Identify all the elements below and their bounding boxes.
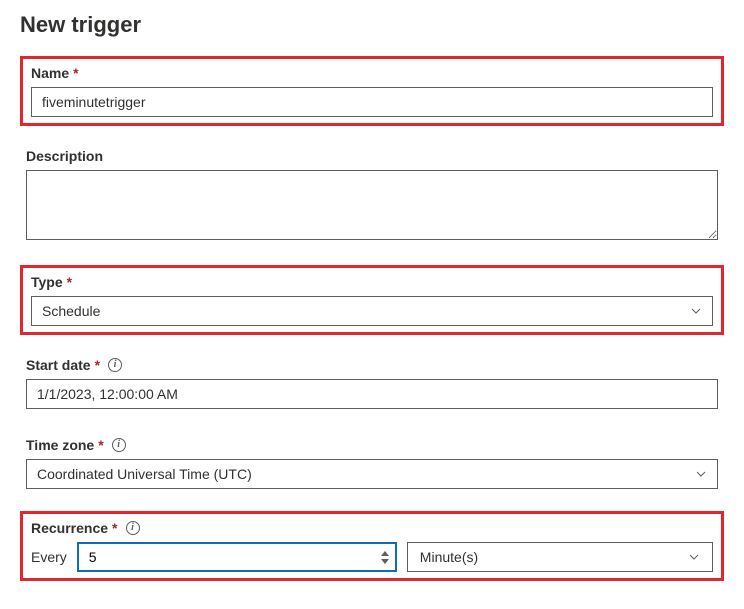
description-field-group: Description (20, 142, 724, 249)
description-label: Description (26, 148, 718, 164)
description-label-text: Description (26, 148, 103, 164)
info-icon[interactable]: i (112, 438, 126, 452)
recurrence-unit-value: Minute(s) (420, 549, 478, 565)
type-field-group: Type * Schedule (20, 265, 724, 335)
start-date-label: Start date * i (26, 357, 718, 373)
required-asterisk: * (112, 520, 117, 536)
required-asterisk: * (67, 274, 72, 290)
info-icon[interactable]: i (108, 358, 122, 372)
spinner-up-icon[interactable] (381, 551, 389, 556)
type-label: Type * (31, 274, 713, 290)
name-label-text: Name (31, 65, 69, 81)
name-field-group: Name * (20, 56, 724, 126)
interval-spinner[interactable] (375, 544, 395, 570)
recurrence-label-text: Recurrence (31, 520, 108, 536)
required-asterisk: * (95, 357, 100, 373)
time-zone-label: Time zone * i (26, 437, 718, 453)
time-zone-select-value: Coordinated Universal Time (UTC) (37, 466, 252, 482)
recurrence-unit-select[interactable]: Minute(s) (407, 542, 713, 572)
time-zone-select[interactable]: Coordinated Universal Time (UTC) (26, 459, 718, 489)
spinner-down-icon[interactable] (381, 559, 389, 564)
time-zone-label-text: Time zone (26, 437, 94, 453)
type-select-value: Schedule (42, 303, 100, 319)
recurrence-row: Every Minute(s) (31, 542, 713, 572)
recurrence-label: Recurrence * i (31, 520, 713, 536)
chevron-down-icon (695, 468, 707, 480)
every-label: Every (31, 549, 67, 565)
recurrence-interval-field[interactable] (77, 542, 397, 572)
name-input[interactable] (31, 87, 713, 117)
type-select[interactable]: Schedule (31, 296, 713, 326)
required-asterisk: * (98, 437, 103, 453)
name-label: Name * (31, 65, 713, 81)
recurrence-interval-input[interactable] (79, 544, 375, 570)
description-input[interactable] (26, 170, 718, 240)
chevron-down-icon (688, 551, 700, 563)
page-title: New trigger (20, 12, 724, 38)
chevron-down-icon (690, 305, 702, 317)
required-asterisk: * (73, 65, 78, 81)
info-icon[interactable]: i (126, 521, 140, 535)
type-label-text: Type (31, 274, 63, 290)
start-date-input[interactable] (26, 379, 718, 409)
recurrence-field-group: Recurrence * i Every Minute(s) (20, 511, 724, 581)
time-zone-field-group: Time zone * i Coordinated Universal Time… (20, 431, 724, 495)
start-date-field-group: Start date * i (20, 351, 724, 415)
start-date-label-text: Start date (26, 357, 91, 373)
